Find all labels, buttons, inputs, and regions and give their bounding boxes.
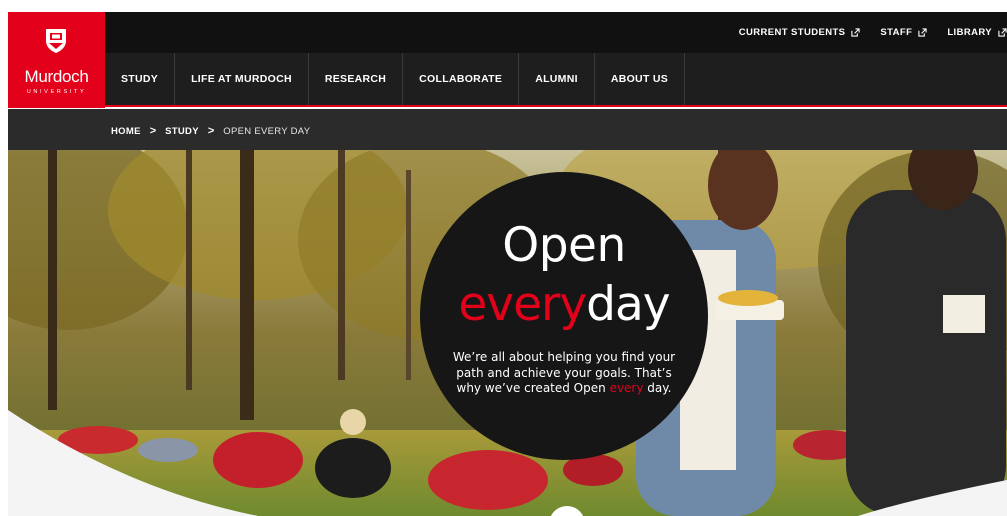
breadcrumb-study[interactable]: STUDY — [165, 126, 199, 137]
library-label: LIBRARY — [947, 27, 992, 38]
hero-title-every: every — [458, 277, 587, 332]
clipped-header-remnant — [0, 0, 1007, 12]
nav-item-alumni[interactable]: ALUMNI — [519, 53, 595, 105]
breadcrumb-bar: HOME > STUDY > OPEN EVERY DAY — [8, 109, 1007, 150]
hero-desc-every: every — [609, 381, 644, 395]
hero-title-everyday: everyday — [420, 277, 708, 332]
hero-title-open: Open — [502, 218, 626, 273]
hero-circle: Open everyday We’re all about helping yo… — [420, 172, 708, 460]
nav-items: STUDY LIFE AT MURDOCH RESEARCH COLLABORA… — [105, 53, 1007, 105]
nav-item-about-us[interactable]: ABOUT US — [595, 53, 686, 105]
staff-label: STAFF — [880, 27, 913, 38]
logo-subtext: UNIVERSITY — [26, 89, 87, 95]
current-students-label: CURRENT STUDENTS — [738, 27, 846, 38]
logo-wordmark: Murdoch — [24, 67, 89, 86]
nav-item-life-at-murdoch[interactable]: LIFE AT MURDOCH — [175, 53, 309, 105]
breadcrumb: HOME > STUDY > OPEN EVERY DAY — [111, 125, 310, 137]
utility-links: CURRENT STUDENTS STAFF LIBRARY — [739, 27, 1007, 38]
nav-item-collaborate[interactable]: COLLABORATE — [403, 53, 520, 105]
utility-bar: CURRENT STUDENTS STAFF LIBRARY — [105, 12, 1007, 53]
breadcrumb-separator: > — [149, 125, 157, 137]
breadcrumb-home[interactable]: HOME — [111, 126, 141, 137]
external-link-icon — [851, 28, 861, 37]
breadcrumb-current: OPEN EVERY DAY — [223, 125, 311, 137]
main-nav: STUDY LIFE AT MURDOCH RESEARCH COLLABORA… — [105, 53, 1007, 107]
staff-link[interactable]: STAFF — [880, 27, 927, 38]
current-students-link[interactable]: CURRENT STUDENTS — [739, 27, 861, 38]
breadcrumb-separator: > — [207, 125, 215, 137]
murdoch-logo[interactable]: Murdoch UNIVERSITY — [8, 12, 105, 108]
nav-item-research[interactable]: RESEARCH — [309, 53, 404, 105]
external-link-icon — [998, 28, 1007, 37]
external-link-icon — [918, 28, 927, 37]
hero-description: We’re all about helping you find your pa… — [452, 350, 676, 397]
library-link[interactable]: LIBRARY — [947, 27, 1007, 38]
hero-title-day: day — [586, 277, 670, 332]
hero-desc-end: day. — [643, 381, 672, 395]
crest-icon — [46, 29, 66, 53]
nav-item-study[interactable]: STUDY — [105, 53, 176, 105]
